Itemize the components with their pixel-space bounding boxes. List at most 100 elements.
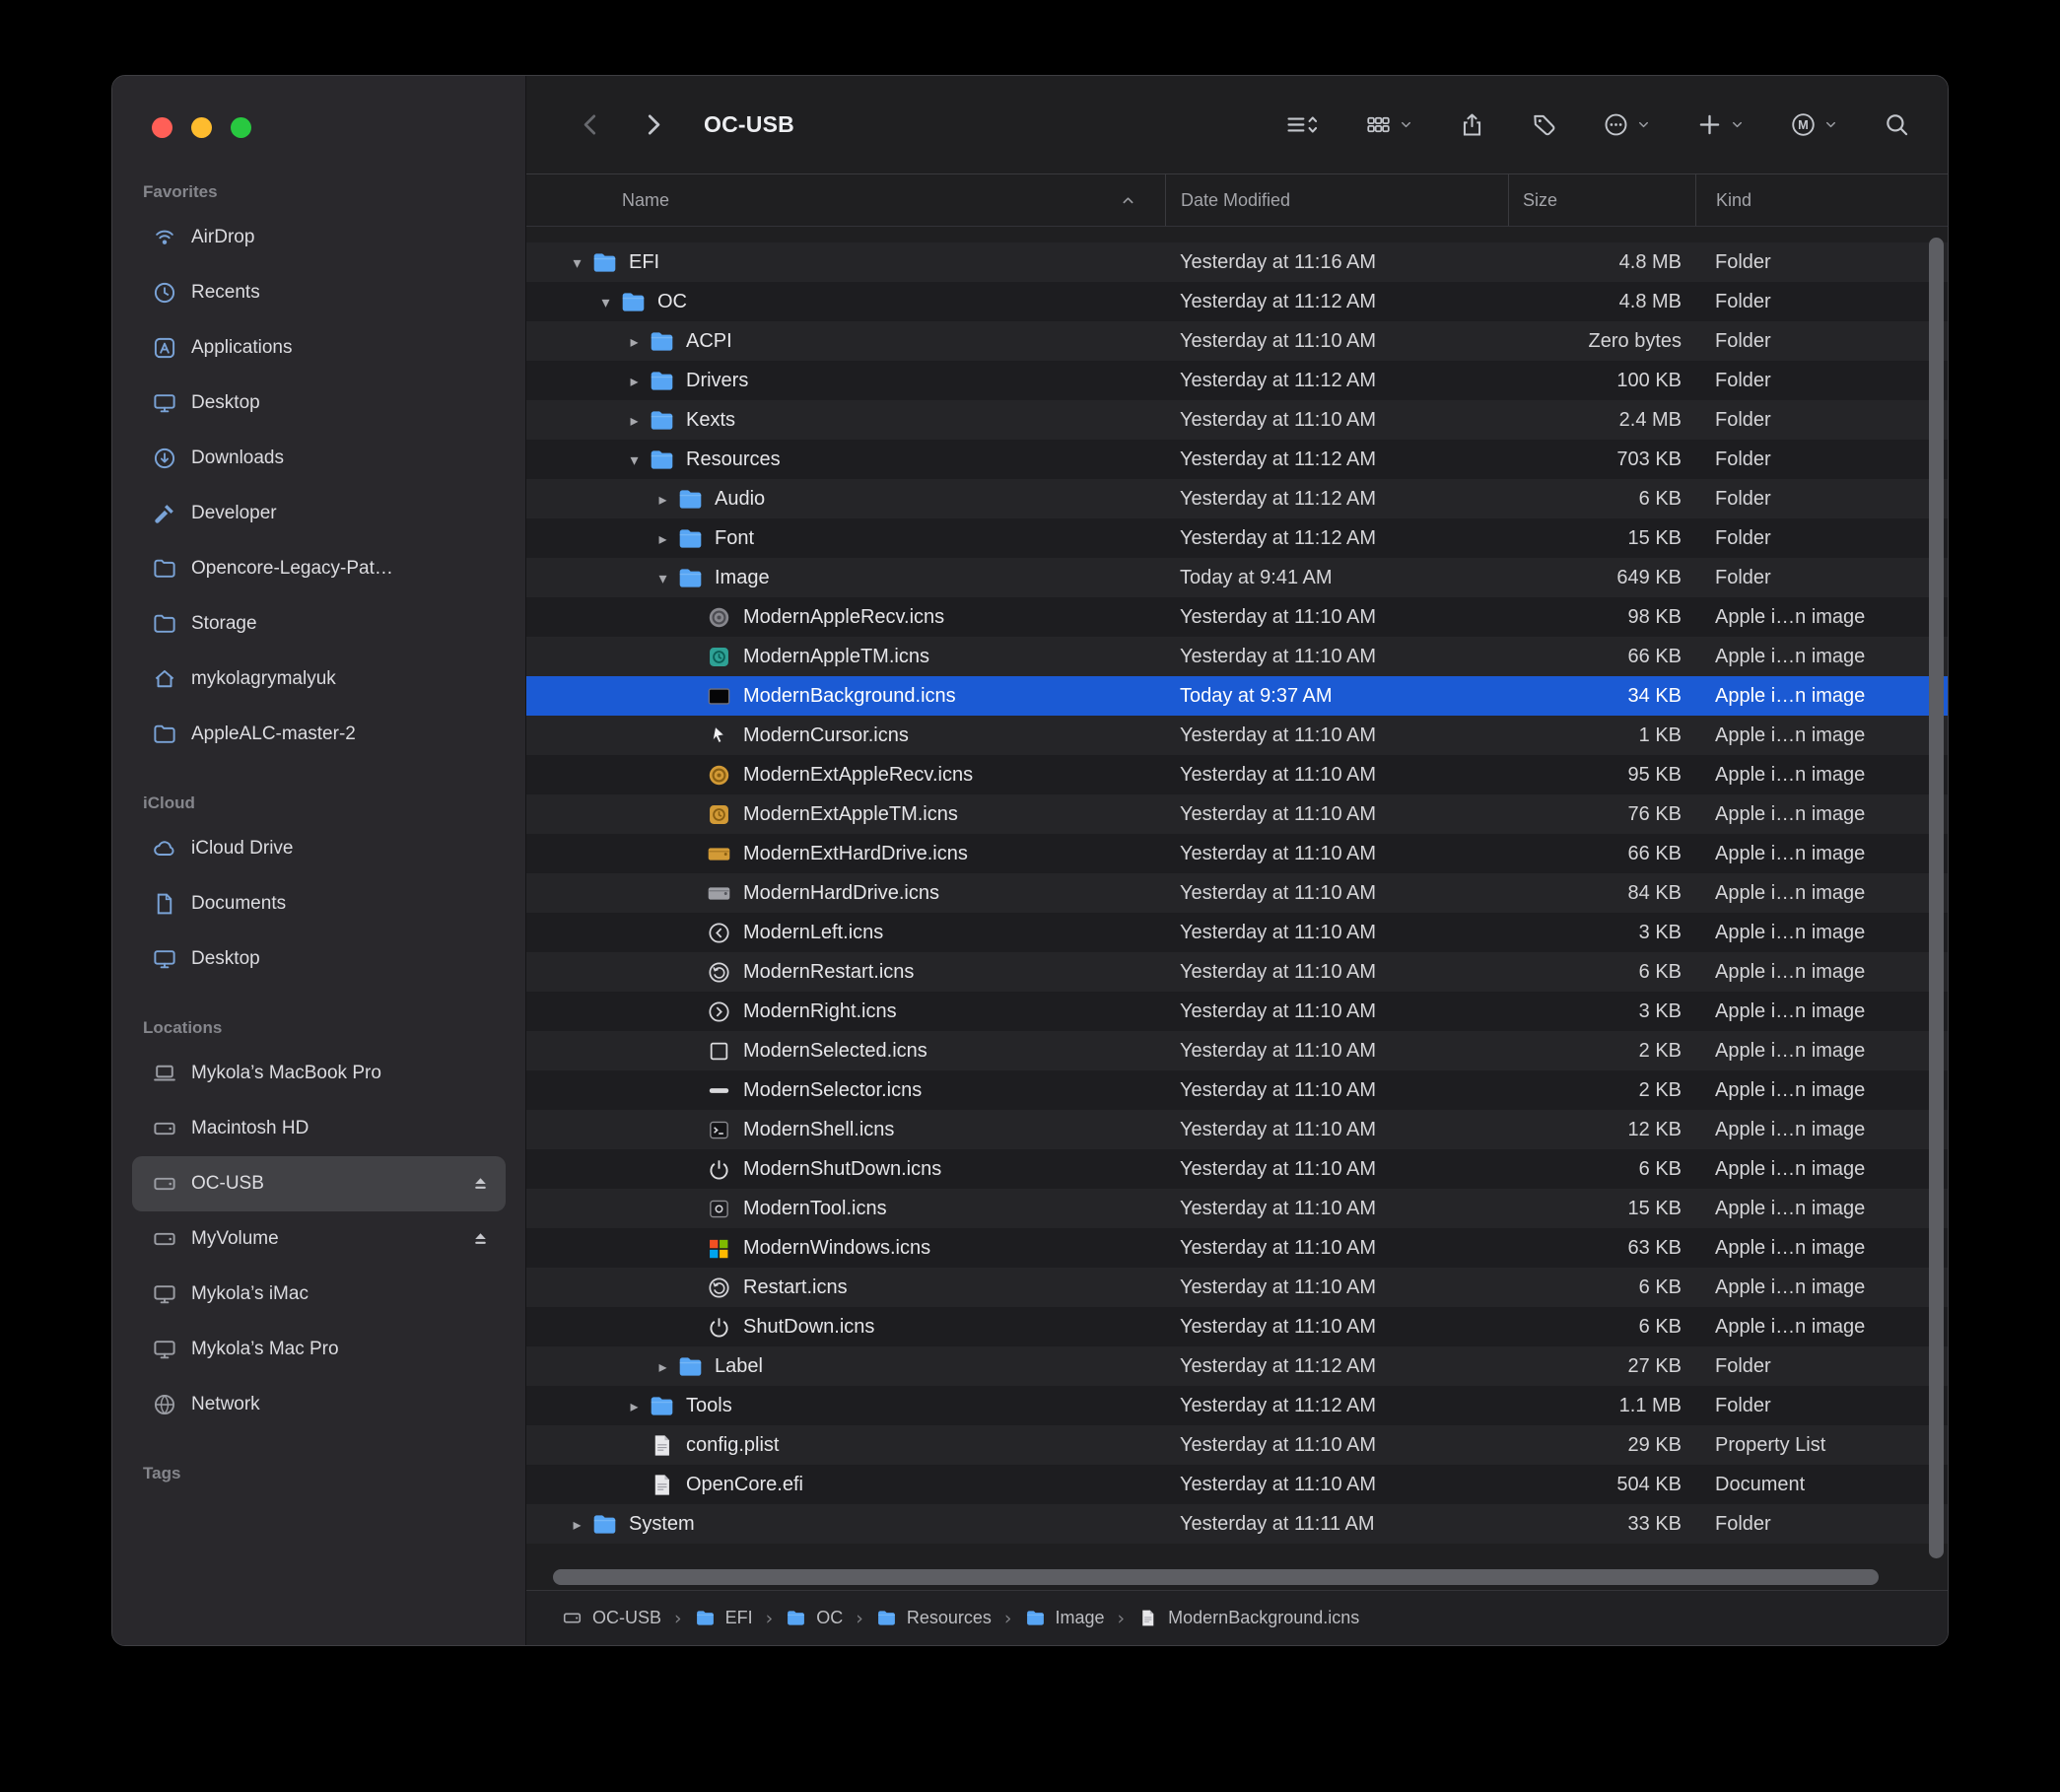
sidebar-item-storage[interactable]: Storage xyxy=(132,596,506,652)
sidebar-item-desktop[interactable]: Desktop xyxy=(132,931,506,987)
eject-icon[interactable] xyxy=(469,1228,492,1251)
search-button[interactable] xyxy=(1884,111,1910,138)
view-list-button[interactable] xyxy=(1284,111,1320,138)
chevron-down-icon xyxy=(1730,117,1745,132)
back-button[interactable] xyxy=(578,111,604,138)
table-row[interactable]: ▸AudioYesterday at 11:12 AM6 KBFolder xyxy=(526,479,1948,518)
table-row[interactable]: ModernAppleRecv.icnsYesterday at 11:10 A… xyxy=(526,597,1948,637)
table-row[interactable]: ▸ACPIYesterday at 11:10 AMZero bytesFold… xyxy=(526,321,1948,361)
sidebar-item-downloads[interactable]: Downloads xyxy=(132,431,506,486)
folder-icon xyxy=(786,1608,806,1628)
table-row[interactable]: ShutDown.icnsYesterday at 11:10 AM6 KBAp… xyxy=(526,1307,1948,1346)
column-header-size[interactable]: Size xyxy=(1508,174,1695,226)
table-row[interactable]: OpenCore.efiYesterday at 11:10 AM504 KBD… xyxy=(526,1465,1948,1504)
disclosure-chevron[interactable]: ▾ xyxy=(649,569,677,587)
table-row[interactable]: ModernLeft.icnsYesterday at 11:10 AM3 KB… xyxy=(526,913,1948,952)
disclosure-chevron[interactable]: ▸ xyxy=(649,1357,677,1376)
table-row[interactable]: Restart.icnsYesterday at 11:10 AM6 KBApp… xyxy=(526,1268,1948,1307)
path-item-modernbackground-icns[interactable]: ModernBackground.icns xyxy=(1137,1608,1359,1628)
table-row[interactable]: ModernSelector.icnsYesterday at 11:10 AM… xyxy=(526,1070,1948,1110)
account-button[interactable]: M xyxy=(1790,111,1838,138)
disclosure-chevron[interactable]: ▸ xyxy=(620,332,649,351)
sidebar-item-applications[interactable]: Applications xyxy=(132,320,506,376)
close-button[interactable] xyxy=(152,117,172,138)
path-item-oc[interactable]: OC xyxy=(786,1608,843,1628)
sidebar-item-documents[interactable]: Documents xyxy=(132,876,506,931)
table-row[interactable]: config.plistYesterday at 11:10 AM29 KBPr… xyxy=(526,1425,1948,1465)
path-item-efi[interactable]: EFI xyxy=(695,1608,753,1628)
path-item-image[interactable]: Image xyxy=(1025,1608,1105,1628)
table-row[interactable]: ModernRight.icnsYesterday at 11:10 AM3 K… xyxy=(526,992,1948,1031)
table-row[interactable]: ModernExtAppleRecv.icnsYesterday at 11:1… xyxy=(526,755,1948,794)
more-circle-button[interactable] xyxy=(1603,111,1651,138)
table-row[interactable]: ▸LabelYesterday at 11:12 AM27 KBFolder xyxy=(526,1346,1948,1386)
table-row[interactable]: ModernCursor.icnsYesterday at 11:10 AM1 … xyxy=(526,716,1948,755)
vertical-scrollbar[interactable] xyxy=(1929,238,1944,1558)
table-row[interactable]: ▾OCYesterday at 11:12 AM4.8 MBFolder xyxy=(526,282,1948,321)
file-size: 4.8 MB xyxy=(1508,291,1695,313)
sidebar-item-network[interactable]: Network xyxy=(132,1377,506,1432)
table-row[interactable]: ModernSelected.icnsYesterday at 11:10 AM… xyxy=(526,1031,1948,1070)
disclosure-chevron[interactable]: ▾ xyxy=(620,450,649,469)
table-row[interactable]: ModernShutDown.icnsYesterday at 11:10 AM… xyxy=(526,1149,1948,1189)
path-item-resources[interactable]: Resources xyxy=(876,1608,992,1628)
table-row[interactable]: ModernTool.icnsYesterday at 11:10 AM15 K… xyxy=(526,1189,1948,1228)
table-row[interactable]: ▸ToolsYesterday at 11:12 AM1.1 MBFolder xyxy=(526,1386,1948,1425)
table-row[interactable]: ▸KextsYesterday at 11:10 AM2.4 MBFolder xyxy=(526,400,1948,440)
table-row[interactable]: ModernHardDrive.icnsYesterday at 11:10 A… xyxy=(526,873,1948,913)
sidebar-item-macintosh-hd[interactable]: Macintosh HD xyxy=(132,1101,506,1156)
sidebar-item-mykola-s-macbook-pro[interactable]: Mykola’s MacBook Pro xyxy=(132,1046,506,1101)
disclosure-chevron[interactable]: ▸ xyxy=(620,372,649,390)
sidebar-item-developer[interactable]: Developer xyxy=(132,486,506,541)
sidebar-item-opencore-legacy-pat[interactable]: Opencore-Legacy-Pat… xyxy=(132,541,506,596)
disclosure-chevron[interactable]: ▸ xyxy=(620,1397,649,1415)
minimize-button[interactable] xyxy=(191,117,212,138)
table-row[interactable]: ▸SystemYesterday at 11:11 AM33 KBFolder xyxy=(526,1504,1948,1544)
table-row[interactable]: ModernAppleTM.icnsYesterday at 11:10 AM6… xyxy=(526,637,1948,676)
table-row[interactable]: ModernRestart.icnsYesterday at 11:10 AM6… xyxy=(526,952,1948,992)
disclosure-chevron[interactable]: ▸ xyxy=(649,490,677,509)
tag-button[interactable] xyxy=(1531,111,1557,138)
disclosure-chevron[interactable]: ▸ xyxy=(563,1515,591,1534)
share-button[interactable] xyxy=(1459,111,1485,138)
disclosure-chevron[interactable]: ▸ xyxy=(649,529,677,548)
sidebar-item-myvolume[interactable]: MyVolume xyxy=(132,1211,506,1267)
table-row[interactable]: ▾ImageToday at 9:41 AM649 KBFolder xyxy=(526,558,1948,597)
column-header-date[interactable]: Date Modified xyxy=(1165,174,1508,226)
circle-right-icon xyxy=(706,999,732,1025)
table-row[interactable]: ▸FontYesterday at 11:12 AM15 KBFolder xyxy=(526,518,1948,558)
sidebar-item-recents[interactable]: Recents xyxy=(132,265,506,320)
sidebar-item-applealc-master-2[interactable]: AppleALC-master-2 xyxy=(132,707,506,762)
forward-button[interactable] xyxy=(640,111,666,138)
sidebar-item-mykolagrymalyuk[interactable]: mykolagrymalyuk xyxy=(132,652,506,707)
table-row[interactable]: ▾EFIYesterday at 11:16 AM4.8 MBFolder xyxy=(526,242,1948,282)
disclosure-chevron[interactable]: ▸ xyxy=(620,411,649,430)
table-row[interactable]: ModernExtHardDrive.icnsYesterday at 11:1… xyxy=(526,834,1948,873)
sidebar-item-desktop[interactable]: Desktop xyxy=(132,376,506,431)
horizontal-scrollbar[interactable] xyxy=(553,1569,1879,1585)
table-row[interactable]: ▾ResourcesYesterday at 11:12 AM703 KBFol… xyxy=(526,440,1948,479)
table-row[interactable]: ▸DriversYesterday at 11:12 AM100 KBFolde… xyxy=(526,361,1948,400)
sidebar: FavoritesAirDropRecentsApplicationsDeskt… xyxy=(112,76,526,1645)
badge-gray-icon xyxy=(706,604,732,631)
path-item-oc-usb[interactable]: OC-USB xyxy=(562,1608,661,1628)
table-row[interactable]: ModernShell.icnsYesterday at 11:10 AM12 … xyxy=(526,1110,1948,1149)
sidebar-item-mykola-s-mac-pro[interactable]: Mykola’s Mac Pro xyxy=(132,1322,506,1377)
table-row[interactable]: ModernWindows.icnsYesterday at 11:10 AM6… xyxy=(526,1228,1948,1268)
table-row[interactable]: ModernExtAppleTM.icnsYesterday at 11:10 … xyxy=(526,794,1948,834)
sidebar-item-icloud-drive[interactable]: iCloud Drive xyxy=(132,821,506,876)
sidebar-item-mykola-s-imac[interactable]: Mykola’s iMac xyxy=(132,1267,506,1322)
disclosure-chevron[interactable]: ▾ xyxy=(591,293,620,311)
tag-icon xyxy=(1531,111,1557,138)
zoom-button[interactable] xyxy=(231,117,251,138)
add-button[interactable] xyxy=(1696,111,1745,138)
table-row[interactable]: ModernBackground.icnsToday at 9:37 AM34 … xyxy=(526,676,1948,716)
group-grid-button[interactable] xyxy=(1365,111,1413,138)
sidebar-section-title: Tags xyxy=(112,1456,525,1491)
eject-icon[interactable] xyxy=(469,1173,492,1196)
sidebar-item-airdrop[interactable]: AirDrop xyxy=(132,210,506,265)
sidebar-item-oc-usb[interactable]: OC-USB xyxy=(132,1156,506,1211)
column-header-kind[interactable]: Kind xyxy=(1695,174,1948,226)
column-header-name[interactable]: Name xyxy=(526,174,1165,226)
disclosure-chevron[interactable]: ▾ xyxy=(563,253,591,272)
